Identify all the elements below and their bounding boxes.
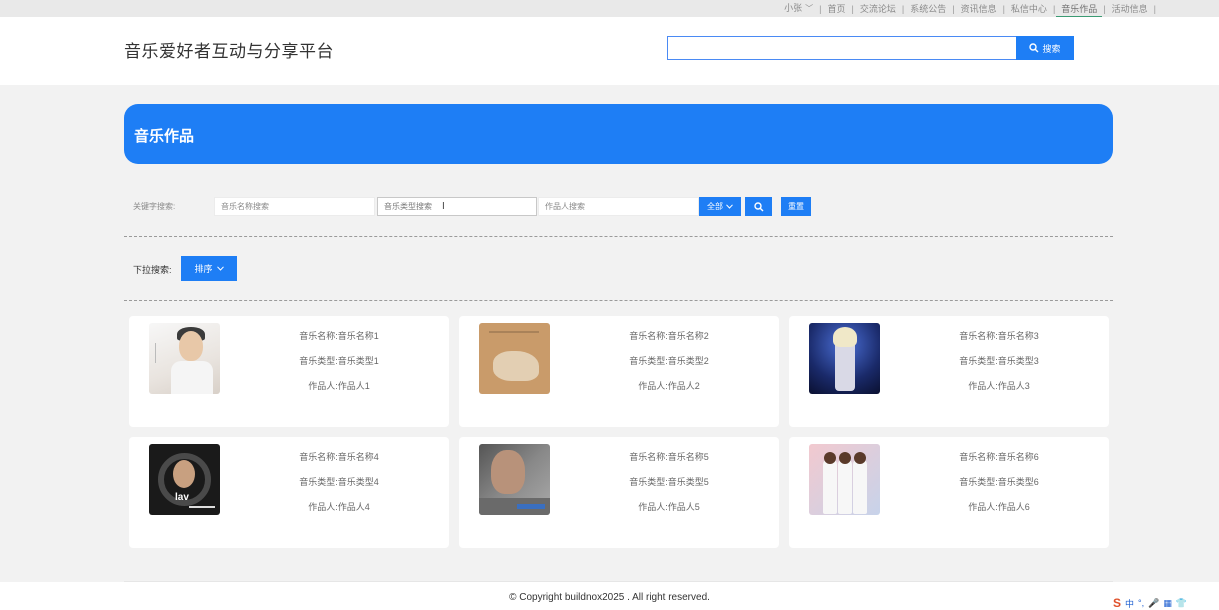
music-work-card[interactable]: 音乐名称:音乐名称1 音乐类型:音乐类型1 作品人:作品人1 — [129, 316, 449, 427]
music-work-card[interactable]: 音乐名称:音乐名称6 音乐类型:音乐类型6 作品人:作品人6 — [789, 437, 1109, 548]
chevron-down-icon: ﹀ — [805, 4, 814, 13]
nav-item-news[interactable]: 资讯信息 — [956, 2, 1002, 16]
search-icon — [1029, 43, 1039, 53]
music-work-info: 音乐名称:音乐名称5 音乐类型:音乐类型5 作品人:作品人5 — [579, 451, 759, 526]
dropdown-search-label: 下拉搜索: — [133, 265, 172, 275]
nav-item-music-works[interactable]: 音乐作品 — [1056, 2, 1103, 19]
music-author: 作品人:作品人6 — [968, 502, 1030, 512]
user-name: 小张 — [784, 3, 803, 13]
author-search-input[interactable]: 作品人搜索 — [538, 197, 699, 216]
music-name-search-input[interactable]: 音乐名称搜索 — [214, 197, 375, 216]
music-name: 音乐名称:音乐名称2 — [629, 331, 709, 341]
copyright-text: © Copyright buildnox2025 . All right res… — [509, 592, 710, 603]
music-type-search-input[interactable]: 音乐类型搜索 — [377, 197, 537, 216]
nav-item-messages[interactable]: 私信中心 — [1006, 2, 1052, 16]
music-work-info: 音乐名称:音乐名称1 音乐类型:音乐类型1 作品人:作品人1 — [249, 330, 429, 405]
keyword-search-label: 关键字搜索: — [133, 202, 176, 211]
search-icon — [753, 201, 763, 211]
site-search-button[interactable]: 搜索 — [1016, 36, 1074, 60]
nav-item-forum[interactable]: 交流论坛 — [855, 2, 901, 16]
music-type: 音乐类型:音乐类型2 — [629, 356, 709, 366]
music-work-card[interactable]: 音乐名称:音乐名称2 音乐类型:音乐类型2 作品人:作品人2 — [459, 316, 779, 427]
user-menu[interactable]: 小张 ﹀ — [779, 1, 818, 16]
ime-toolbar[interactable]: S 中 °, 🎤 ▦ 👕 — [1113, 596, 1187, 610]
page-title: 音乐作品 — [134, 128, 195, 145]
music-author: 作品人:作品人1 — [308, 381, 370, 391]
divider — [124, 300, 1113, 301]
site-footer: © Copyright buildnox2025 . All right res… — [0, 582, 1219, 610]
page-banner: 音乐作品 — [124, 104, 1113, 164]
ime-mode-label: 中 — [1125, 598, 1135, 609]
search-button-label: 搜索 — [1042, 43, 1061, 54]
keyboard-icon: ▦ — [1163, 597, 1172, 608]
music-type: 音乐类型:音乐类型6 — [959, 477, 1039, 487]
nav-separator: | — [1153, 3, 1156, 14]
music-type: 音乐类型:音乐类型1 — [299, 356, 379, 366]
music-work-info: 音乐名称:音乐名称3 音乐类型:音乐类型3 作品人:作品人3 — [909, 330, 1089, 405]
sogou-ime-icon: S — [1113, 596, 1122, 610]
music-type: 音乐类型:音乐类型5 — [629, 477, 709, 487]
top-bar: 小张 ﹀ | 首页 | 交流论坛 | 系统公告 | 资讯信息 | 私信中心 | 音… — [0, 0, 1219, 19]
divider — [124, 236, 1113, 237]
music-work-card[interactable]: 音乐名称:音乐名称3 音乐类型:音乐类型3 作品人:作品人3 — [789, 316, 1109, 427]
skin-icon: 👕 — [1175, 597, 1188, 608]
chevron-down-icon — [726, 204, 733, 209]
filter-all-label: 全部 — [707, 202, 723, 211]
album-cover-image[interactable] — [809, 444, 880, 515]
album-cover-image[interactable] — [149, 323, 220, 394]
music-work-card[interactable]: 音乐名称:音乐名称5 音乐类型:音乐类型5 作品人:作品人5 — [459, 437, 779, 548]
music-name: 音乐名称:音乐名称3 — [959, 331, 1039, 341]
punctuation-icon: °, — [1138, 598, 1145, 608]
keyword-search-button[interactable] — [745, 197, 772, 216]
music-work-card[interactable]: lav 音乐名称:音乐名称4 音乐类型:音乐类型4 作品人:作品人4 — [129, 437, 449, 548]
music-work-info: 音乐名称:音乐名称4 音乐类型:音乐类型4 作品人:作品人4 — [249, 451, 429, 526]
music-work-info: 音乐名称:音乐名称2 音乐类型:音乐类型2 作品人:作品人2 — [579, 330, 759, 405]
reset-button[interactable]: 重置 — [781, 197, 811, 216]
music-author: 作品人:作品人3 — [968, 381, 1030, 391]
album-cover-image[interactable]: lav — [149, 444, 220, 515]
music-type: 音乐类型:音乐类型4 — [299, 477, 379, 487]
filter-all-dropdown[interactable]: 全部 — [699, 197, 741, 216]
text-cursor-icon: I — [442, 201, 445, 212]
nav-item-events[interactable]: 活动信息 — [1107, 2, 1153, 16]
microphone-icon: 🎤 — [1148, 597, 1160, 608]
site-header: 音乐爱好者互动与分享平台 搜索 — [0, 17, 1219, 85]
music-author: 作品人:作品人5 — [638, 502, 700, 512]
music-type: 音乐类型:音乐类型3 — [959, 356, 1039, 366]
music-name: 音乐名称:音乐名称1 — [299, 331, 379, 341]
nav-item-home[interactable]: 首页 — [822, 2, 850, 16]
music-work-info: 音乐名称:音乐名称6 音乐类型:音乐类型6 作品人:作品人6 — [909, 451, 1089, 526]
nav-item-announcements[interactable]: 系统公告 — [905, 2, 951, 16]
chevron-down-icon — [216, 266, 224, 271]
album-cover-image[interactable] — [809, 323, 880, 394]
album-cover-image[interactable] — [479, 444, 550, 515]
sort-label: 排序 — [194, 264, 213, 274]
site-search-input[interactable] — [667, 36, 1017, 60]
site-title: 音乐爱好者互动与分享平台 — [124, 42, 334, 61]
album-cover-image[interactable] — [479, 323, 550, 394]
album-cover-text: lav — [175, 492, 189, 503]
music-author: 作品人:作品人4 — [308, 502, 370, 512]
music-name: 音乐名称:音乐名称4 — [299, 452, 379, 462]
music-name: 音乐名称:音乐名称5 — [629, 452, 709, 462]
music-author: 作品人:作品人2 — [638, 381, 700, 391]
sort-dropdown[interactable]: 排序 — [181, 256, 237, 281]
top-nav: 小张 ﹀ | 首页 | 交流论坛 | 系统公告 | 资讯信息 | 私信中心 | 音… — [779, 0, 1157, 19]
music-name: 音乐名称:音乐名称6 — [959, 452, 1039, 462]
